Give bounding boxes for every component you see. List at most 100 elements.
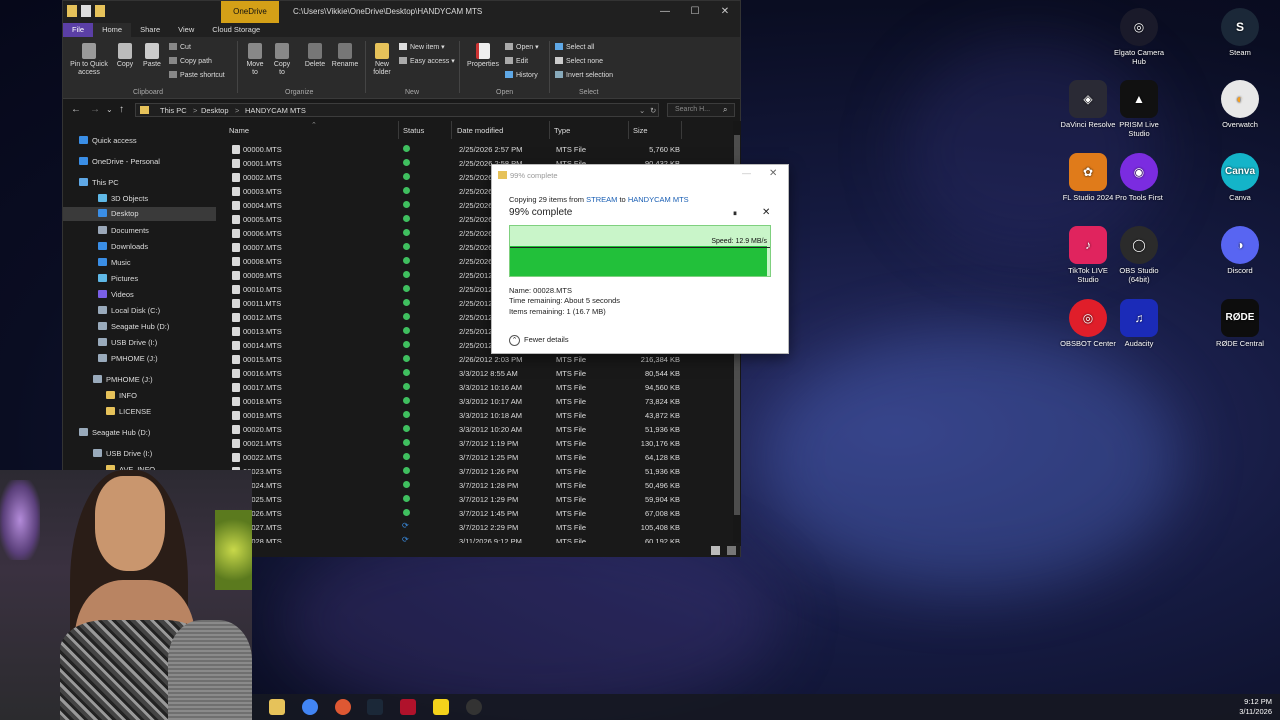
up-arrow-icon[interactable]: ↑ (119, 104, 124, 115)
sidebar-item[interactable]: 3D Objects (98, 194, 148, 203)
obs-icon[interactable] (466, 699, 482, 715)
desktop-shortcut[interactable]: RØDE RØDE Central (1210, 299, 1270, 348)
column-divider[interactable] (628, 121, 629, 139)
edit-button[interactable]: Edit (505, 57, 528, 66)
file-explorer-icon[interactable] (269, 699, 285, 715)
move-to-button[interactable]: Move to (243, 43, 267, 77)
sidebar-item[interactable]: Documents (98, 226, 149, 235)
column-type[interactable]: Type (554, 126, 570, 135)
details-view-icon[interactable] (711, 546, 720, 555)
maximize-button[interactable]: ☐ (680, 1, 710, 23)
chrome-icon[interactable] (302, 699, 318, 715)
sidebar-item[interactable]: LICENSE (106, 407, 151, 416)
properties-button[interactable]: Properties (465, 43, 501, 69)
desktop-shortcut[interactable]: ▲ PRISM Live Studio (1109, 80, 1169, 138)
column-date-modified[interactable]: Date modified (457, 126, 503, 135)
column-divider[interactable] (451, 121, 452, 139)
column-name[interactable]: Name (229, 126, 249, 135)
column-divider[interactable] (681, 121, 682, 139)
sidebar-item[interactable]: Seagate Hub (D:) (98, 322, 169, 331)
forward-arrow-icon[interactable]: → (90, 104, 100, 115)
source-link[interactable]: STREAM (586, 195, 617, 204)
delete-button[interactable]: Delete (302, 43, 328, 69)
duckduckgo-icon[interactable] (335, 699, 351, 715)
sidebar-item[interactable]: Local Disk (C:) (98, 306, 160, 315)
new-item-button[interactable]: New item ▾ (399, 43, 445, 52)
file-row[interactable]: 00023.MTS 3/7/2012 1:26 PM MTS File 51,936 … (223, 464, 733, 478)
refresh-icon[interactable]: ↻ (650, 106, 656, 115)
desktop-shortcut[interactable]: ◎ Elgato Camera Hub (1109, 8, 1169, 66)
file-row[interactable]: 00019.MTS 3/3/2012 10:18 AM MTS File 43,872… (223, 408, 733, 422)
select-all-button[interactable]: Select all (555, 43, 594, 52)
steam-icon[interactable] (367, 699, 383, 715)
onedrive-context-tab[interactable]: OneDrive (221, 1, 279, 23)
tab-view[interactable]: View (169, 23, 203, 37)
folder-icon[interactable] (67, 5, 77, 17)
minimize-button[interactable]: — (650, 1, 680, 23)
desktop-shortcut[interactable]: S Steam (1210, 8, 1270, 57)
sidebar-item[interactable]: USB Drive (I:) (98, 338, 157, 347)
file-row[interactable]: 00020.MTS 3/3/2012 10:20 AM MTS File 51,936… (223, 422, 733, 436)
destination-link[interactable]: HANDYCAM MTS (628, 195, 689, 204)
sidebar-item[interactable]: USB Drive (I:) (93, 449, 152, 458)
file-row[interactable]: 00027.MTS ⟳ 3/7/2012 2:29 PM MTS File 105,40… (223, 520, 733, 534)
sidebar-item[interactable]: Pictures (98, 274, 138, 283)
file-row[interactable]: 00025.MTS 3/7/2012 1:29 PM MTS File 59,904 … (223, 492, 733, 506)
tab-home[interactable]: Home (93, 23, 132, 37)
sidebar-item[interactable]: Downloads (98, 242, 148, 251)
sticky-notes-icon[interactable] (433, 699, 449, 715)
close-button[interactable]: ✕ (710, 1, 740, 23)
sidebar-item[interactable]: Seagate Hub (D:) (79, 428, 150, 437)
breadcrumb-this-pc[interactable]: This PC (160, 106, 187, 115)
fewer-details-button[interactable]: ⌃ Fewer details (509, 335, 569, 346)
invert-selection-button[interactable]: Invert selection (555, 71, 613, 80)
breadcrumb-desktop[interactable]: Desktop (201, 106, 229, 115)
new-folder-button[interactable]: New folder (369, 43, 395, 77)
copy-to-button[interactable]: Copy to (270, 43, 294, 77)
copy-path-button[interactable]: Copy path (169, 57, 212, 66)
column-status[interactable]: Status (403, 126, 424, 135)
easy-access-button[interactable]: Easy access ▾ (399, 57, 455, 66)
tab-share[interactable]: Share (131, 23, 169, 37)
large-icons-view-icon[interactable] (727, 546, 736, 555)
chevron-down-icon[interactable]: ⌄ (106, 105, 113, 114)
history-button[interactable]: History (505, 71, 538, 80)
address-path-box[interactable]: This PC > Desktop > HANDYCAM MTS ⌄ ↻ (135, 103, 659, 117)
desktop-shortcut[interactable]: ◑ Discord (1210, 226, 1270, 275)
desktop-shortcut[interactable]: ◉ Pro Tools First (1109, 153, 1169, 202)
paste-button[interactable]: Paste (140, 43, 164, 69)
address-dropdown-icon[interactable]: ⌄ (639, 106, 645, 115)
file-row[interactable]: 00021.MTS 3/7/2012 1:19 PM MTS File 130,176… (223, 436, 733, 450)
sidebar-item[interactable]: PMHOME (J:) (98, 354, 158, 363)
cut-button[interactable]: Cut (169, 43, 191, 52)
paste-shortcut-button[interactable]: Paste shortcut (169, 71, 225, 80)
copy-button[interactable]: Copy (113, 43, 137, 69)
desktop-shortcut[interactable]: ◯ OBS Studio (64bit) (1109, 226, 1169, 284)
pause-icon[interactable]: ⏸ (733, 209, 737, 219)
tab-file[interactable]: File (63, 23, 94, 37)
breadcrumb-handycam-mts[interactable]: HANDYCAM MTS (245, 106, 306, 115)
rename-button[interactable]: Rename (330, 43, 360, 69)
system-clock[interactable]: 9:12 PM 3/11/2026 (1239, 697, 1272, 717)
file-row[interactable]: 00022.MTS 3/7/2012 1:25 PM MTS File 64,128 … (223, 450, 733, 464)
column-divider[interactable] (549, 121, 550, 139)
column-size[interactable]: Size (633, 126, 648, 135)
desktop-shortcut[interactable]: Canva Canva (1210, 153, 1270, 202)
sidebar-item[interactable]: INFO (106, 391, 137, 400)
cancel-copy-icon[interactable]: ✕ (762, 207, 770, 218)
tab-cloud-storage[interactable]: Cloud Storage (203, 23, 269, 37)
sidebar-item[interactable]: Videos (98, 290, 134, 299)
properties-icon[interactable] (81, 5, 91, 17)
new-folder-icon[interactable] (95, 5, 105, 17)
file-row[interactable]: 00015.MTS 2/26/2012 2:03 PM MTS File 216,38… (223, 352, 733, 366)
file-row[interactable]: 00024.MTS 3/7/2012 1:28 PM MTS File 50,496 … (223, 478, 733, 492)
sidebar-item[interactable]: Desktop (63, 207, 216, 221)
sidebar-item[interactable]: OneDrive - Personal (79, 157, 160, 166)
column-divider[interactable] (398, 121, 399, 139)
file-row[interactable]: 00016.MTS 3/3/2012 8:55 AM MTS File 80,544 … (223, 366, 733, 380)
sidebar-item[interactable]: This PC (79, 178, 119, 187)
desktop-shortcut[interactable]: ◐ Overwatch (1210, 80, 1270, 129)
sidebar-item[interactable]: Quick access (79, 136, 137, 145)
file-row[interactable]: 00018.MTS 3/3/2012 10:17 AM MTS File 73,824… (223, 394, 733, 408)
select-none-button[interactable]: Select none (555, 57, 603, 66)
